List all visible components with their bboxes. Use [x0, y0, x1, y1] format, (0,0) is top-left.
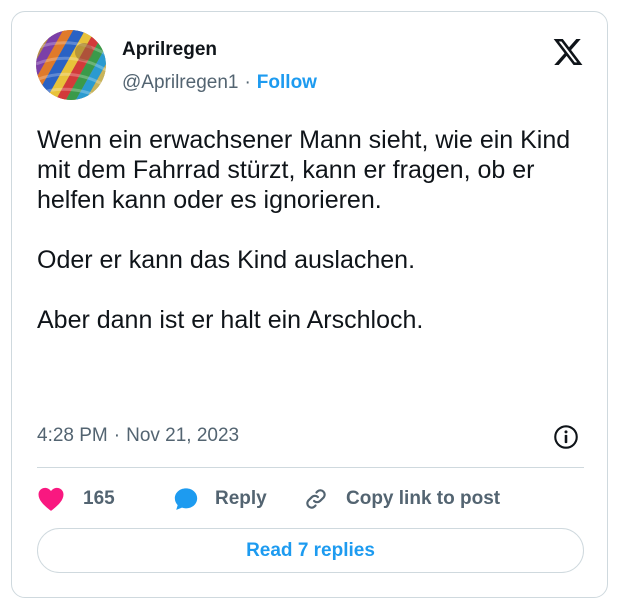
info-icon[interactable] [552, 423, 580, 451]
heart-icon [37, 486, 65, 512]
tweet-paragraph: Wenn ein erwachsener Mann sieht, wie ein… [37, 126, 571, 214]
read-replies-label: Read 7 replies [246, 539, 375, 561]
tweet-paragraph: Oder er kann das Kind auslachen. [37, 246, 416, 274]
like-count: 165 [83, 488, 115, 509]
reply-bubble-icon [173, 486, 199, 512]
tweet-time[interactable]: 4:28 PM [37, 425, 108, 446]
read-replies-button[interactable]: Read 7 replies [37, 528, 584, 573]
tweet-card: Aprilregen @Aprilregen1 · Follow Wenn ein … [11, 11, 608, 598]
separator-dot: · [244, 72, 251, 93]
like-button[interactable]: 165 [37, 482, 115, 516]
link-icon [303, 486, 329, 512]
tweet-paragraph: Aber dann ist er halt ein Arschloch. [37, 306, 424, 334]
author-name[interactable]: Aprilregen [122, 39, 217, 61]
x-logo-icon[interactable] [552, 36, 584, 68]
separator-dot: · [113, 425, 121, 446]
copy-link-button[interactable]: Copy link to post [303, 482, 500, 516]
reply-button[interactable]: Reply [173, 482, 267, 516]
avatar[interactable] [36, 30, 106, 100]
tweet-timestamp[interactable]: 4:28 PM · Nov 21, 2023 [37, 425, 239, 447]
copy-link-label: Copy link to post [346, 488, 501, 509]
follow-button[interactable]: Follow [257, 72, 317, 93]
reply-label: Reply [215, 488, 267, 509]
tweet-date[interactable]: Nov 21, 2023 [126, 425, 239, 446]
author-handle-row: @Aprilregen1 · Follow [122, 72, 317, 94]
divider [37, 467, 584, 468]
author-handle[interactable]: @Aprilregen1 [122, 72, 238, 93]
tweet-text: Wenn ein erwachsener Mann sieht, wie ein… [37, 125, 587, 335]
